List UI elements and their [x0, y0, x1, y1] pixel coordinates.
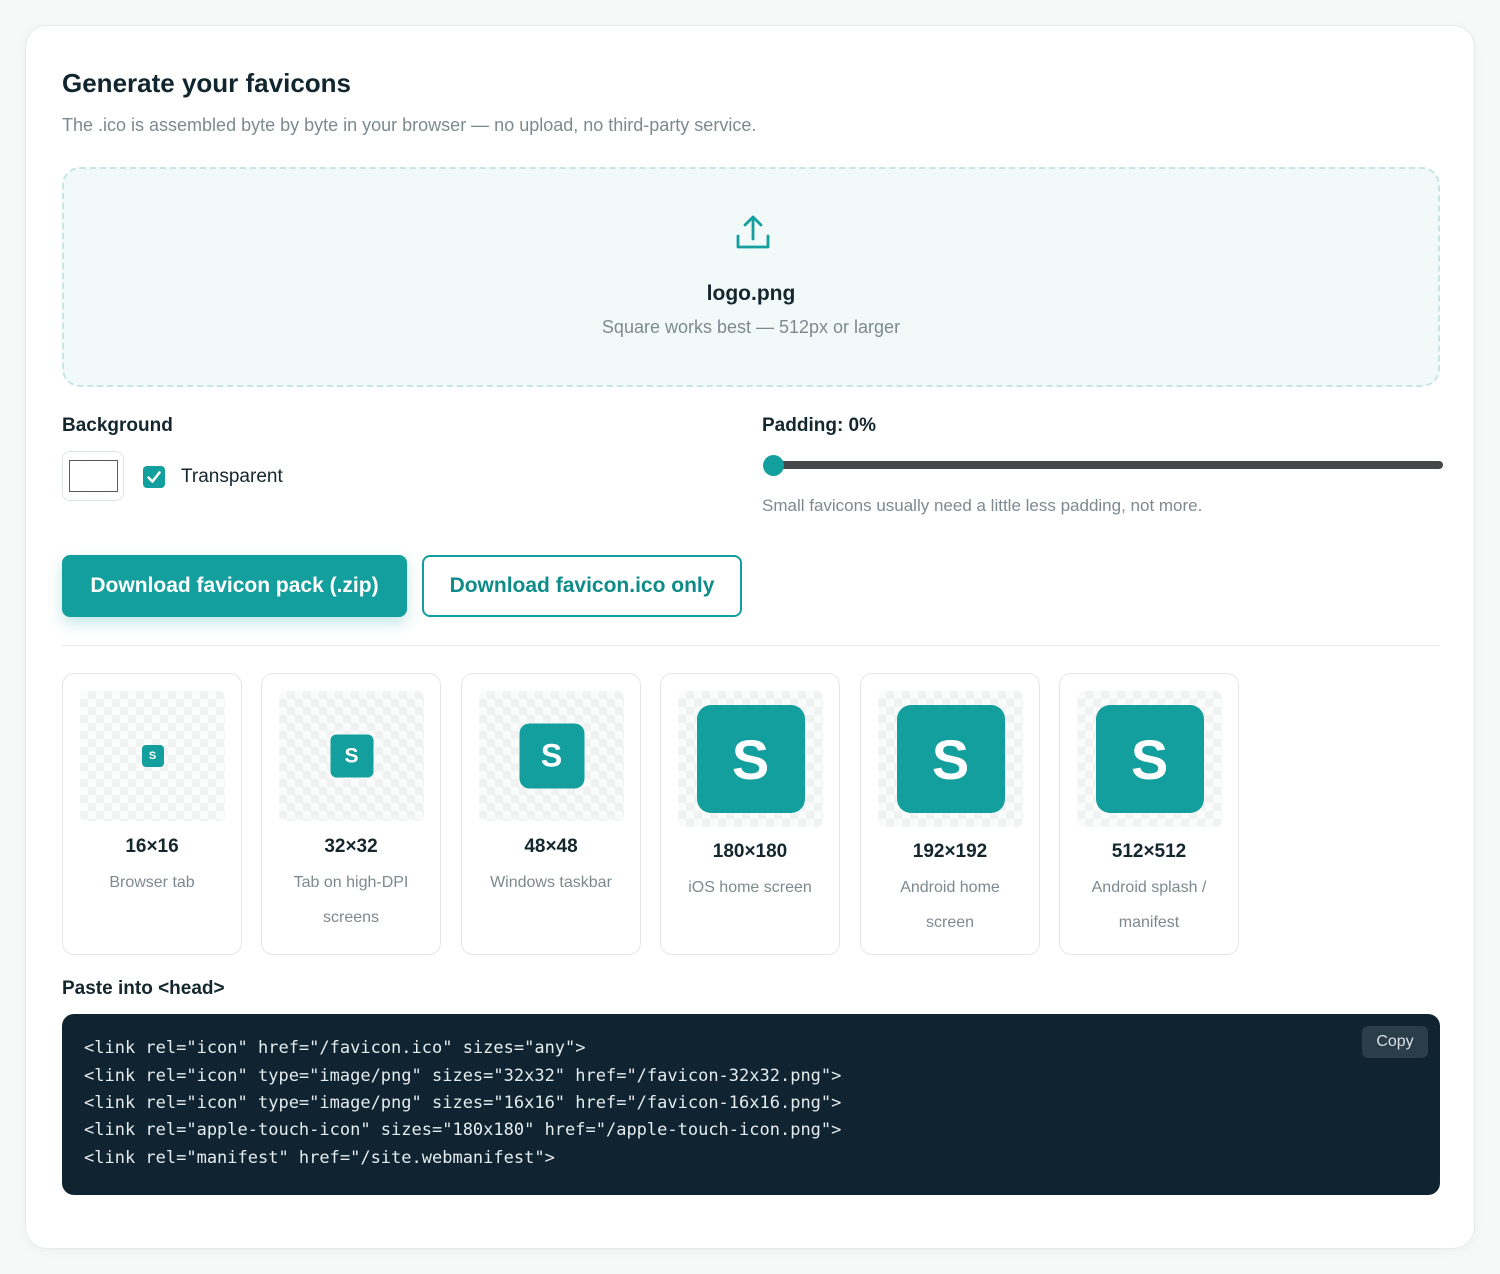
padding-slider-thumb[interactable] [763, 455, 784, 476]
favicon-preview-180: S [696, 705, 805, 813]
preview-tile-32: S 32×32 Tab on high-DPI screens [261, 673, 441, 955]
code-line: <link rel="manifest" href="/site.webmani… [84, 1148, 555, 1168]
preview-description: Tab on high-DPI screens [293, 874, 409, 926]
code-line: <link rel="icon" type="image/png" sizes=… [84, 1093, 842, 1113]
preview-tile-180: S 180×180 iOS home screen [660, 673, 840, 955]
background-color-picker[interactable] [62, 451, 124, 501]
code-line: <link rel="icon" href="/favicon.ico" siz… [84, 1038, 586, 1058]
favicon-preview-16: S [141, 745, 164, 767]
preview-size-label: 180×180 [712, 841, 788, 862]
padding-slider-track[interactable] [769, 461, 1443, 469]
preview-tile-16: S 16×16 Browser tab [62, 673, 242, 955]
dropzone-hint: Square works best — 512px or larger [601, 317, 901, 337]
preview-description: Android splash / manifest [1091, 879, 1207, 931]
page-subtitle: The .ico is assembled byte by byte in yo… [62, 115, 757, 135]
preview-checkerboard: S [80, 691, 225, 821]
favicon-preview-48: S [519, 723, 584, 789]
preview-size-label: 32×32 [324, 836, 378, 857]
preview-description: Android home screen [900, 879, 1000, 931]
divider [62, 645, 1440, 646]
download-ico-button[interactable]: Download favicon.ico only [422, 555, 742, 617]
upload-icon [734, 214, 772, 252]
preview-size-label: 512×512 [1111, 841, 1187, 862]
favicon-preview-512: S [1095, 705, 1204, 813]
background-color-swatch [69, 460, 118, 492]
padding-label: Padding: 0% [762, 415, 877, 436]
preview-size-label: 192×192 [912, 841, 988, 862]
preview-description: iOS home screen [688, 879, 812, 896]
favicon-preview-32: S [330, 734, 373, 778]
preview-description: Windows taskbar [490, 874, 612, 891]
copy-button[interactable]: Copy [1362, 1026, 1428, 1058]
preview-checkerboard: S [1077, 691, 1222, 827]
transparent-label[interactable]: Transparent [181, 466, 283, 488]
preview-description: Browser tab [109, 874, 195, 891]
code-line: <link rel="apple-touch-icon" sizes="180x… [84, 1120, 842, 1140]
checkmark-icon [147, 471, 161, 483]
head-snippet-code-block[interactable]: <link rel="icon" href="/favicon.ico" siz… [62, 1014, 1440, 1195]
padding-hint: Small favicons usually need a little les… [762, 496, 1203, 515]
preview-size-label: 16×16 [125, 836, 179, 857]
preview-checkerboard: S [479, 691, 624, 821]
preview-checkerboard: S [279, 691, 424, 821]
favicon-preview-192: S [896, 705, 1005, 813]
background-label: Background [62, 415, 173, 436]
preview-tile-512: S 512×512 Android splash / manifest [1059, 673, 1239, 955]
favicon-generator-card: Generate your favicons The .ico is assem… [25, 25, 1475, 1249]
code-section-label: Paste into <head> [62, 978, 225, 999]
preview-checkerboard: S [878, 691, 1023, 827]
preview-checkerboard: S [678, 691, 823, 827]
code-line: <link rel="icon" type="image/png" sizes=… [84, 1066, 842, 1086]
upload-dropzone[interactable]: logo.png Square works best — 512px or la… [62, 167, 1440, 387]
preview-size-label: 48×48 [524, 836, 578, 857]
page-title: Generate your favicons [62, 68, 351, 98]
preview-tile-48: S 48×48 Windows taskbar [461, 673, 641, 955]
padding-slider[interactable] [763, 455, 1443, 476]
transparent-checkbox[interactable] [143, 466, 165, 488]
download-pack-button[interactable]: Download favicon pack (.zip) [62, 555, 407, 617]
selected-file-name: logo.png [706, 282, 796, 305]
preview-tile-192: S 192×192 Android home screen [860, 673, 1040, 955]
